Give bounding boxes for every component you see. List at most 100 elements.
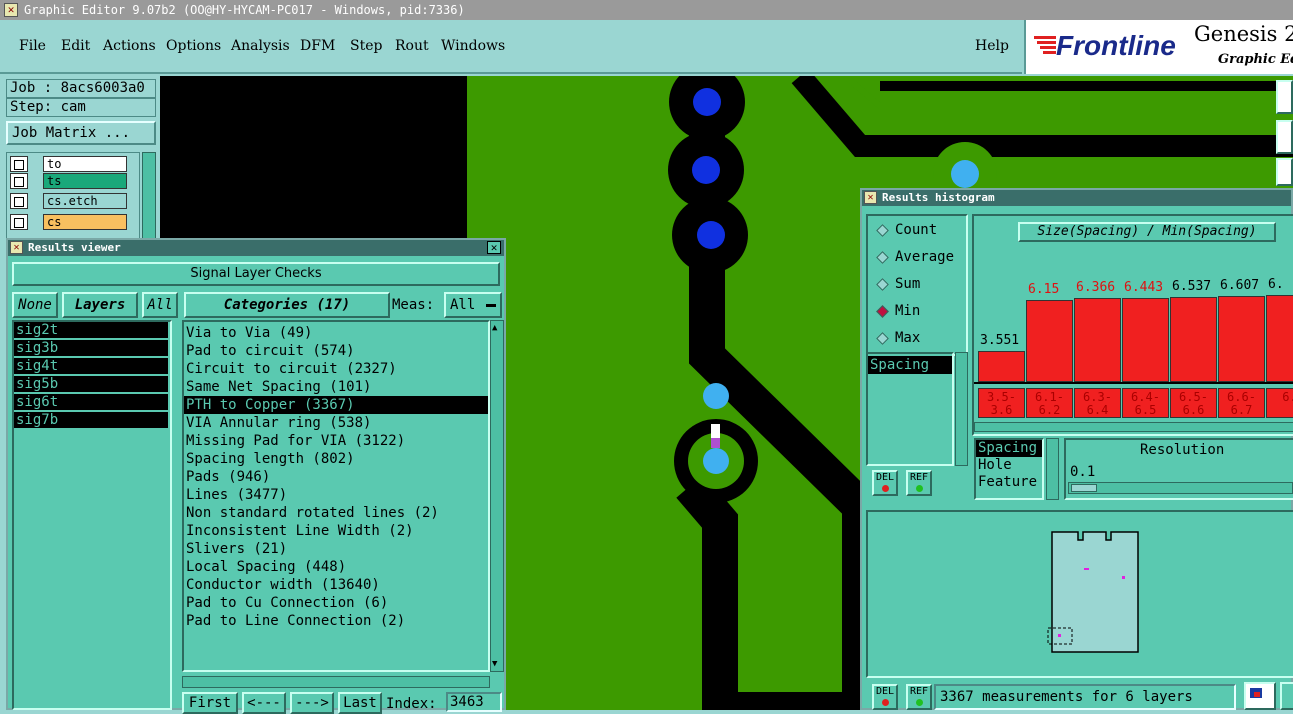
category-item[interactable]: Inconsistent Line Width (2) [184,522,488,540]
layer-result-item[interactable]: sig7b [14,412,168,430]
categories-label[interactable]: Categories (17) [184,292,390,318]
all-button[interactable]: All [142,292,178,318]
job-matrix-button[interactable]: Job Matrix ... [6,121,156,145]
aggregate-radio-count[interactable]: Count [876,222,937,238]
menu-actions[interactable]: Actions [103,38,156,54]
category-item[interactable]: Non standard rotated lines (2) [184,504,488,522]
histogram-bin[interactable]: 3.5- 3.6 [978,388,1025,418]
histogram-bar[interactable] [1170,297,1217,382]
aggregate-radio-max[interactable]: Max [876,330,920,346]
size-options-list[interactable]: Spacing Hole Feature [974,438,1044,500]
category-item[interactable]: PTH to Copper (3367) [184,396,488,414]
category-item[interactable]: Pad to circuit (574) [184,342,488,360]
layer-result-item[interactable]: sig5b [14,376,168,394]
menu-file[interactable]: File [19,38,46,54]
category-item[interactable]: Via to Via (49) [184,324,488,342]
layer-result-item[interactable]: sig2t [14,322,168,340]
category-item[interactable]: Local Spacing (448) [184,558,488,576]
histogram-bin[interactable]: 6.6- 6.7 [1218,388,1265,418]
size-option-hole[interactable]: Hole [976,457,1042,474]
results-viewer-menu-icon[interactable]: ✕ [10,241,23,254]
category-item[interactable]: Spacing length (802) [184,450,488,468]
first-button[interactable]: First [182,692,238,714]
histogram-bar[interactable] [978,351,1025,382]
measure-list-scrollbar[interactable] [955,352,968,466]
histogram-bar[interactable] [1266,295,1293,382]
histogram-bin[interactable]: 6.1- 6.2 [1026,388,1073,418]
signal-layer-checks-header[interactable]: Signal Layer Checks [12,262,500,286]
size-options-scrollbar[interactable] [1046,438,1059,500]
histogram-bar[interactable] [1026,300,1073,382]
resolution-slider-handle[interactable] [1071,484,1097,492]
last-button[interactable]: Last [338,692,382,714]
histogram-bar[interactable] [1218,296,1265,382]
aggregate-radio-min[interactable]: Min [876,303,920,319]
resolution-slider[interactable] [1068,482,1293,494]
category-hscrollbar[interactable] [182,676,490,688]
overview-extra-button[interactable] [1280,682,1293,710]
histogram-bar[interactable] [1074,298,1121,382]
ref-button[interactable]: REF [906,470,932,496]
layer-toggle-cs-etch[interactable] [10,193,28,209]
size-option-feature[interactable]: Feature [976,474,1042,491]
meas-dropdown[interactable]: All [444,292,502,318]
histogram-bin[interactable]: 6.5- 6.6 [1170,388,1217,418]
tool-button-1[interactable] [1276,80,1293,114]
menu-help[interactable]: Help [975,38,1009,54]
measure-list[interactable]: Spacing [866,352,954,466]
aggregate-radio-average[interactable]: Average [876,249,954,265]
layer-name-cs-etch[interactable]: cs.etch [43,193,127,209]
tool-button-3[interactable] [1276,158,1293,186]
del-button[interactable]: DEL [872,470,898,496]
layer-name-ts[interactable]: ts [43,173,127,189]
category-item[interactable]: Circuit to circuit (2327) [184,360,488,378]
category-list-scrollbar[interactable]: ▲ ▼ [490,320,504,672]
category-item[interactable]: Missing Pad for VIA (3122) [184,432,488,450]
category-item[interactable]: Pads (946) [184,468,488,486]
tool-button-2[interactable] [1276,120,1293,154]
size-option-spacing[interactable]: Spacing [976,440,1042,457]
layer-name-cs[interactable]: cs [43,214,127,230]
layer-toggle-cs[interactable] [10,214,28,230]
index-input[interactable]: 3463 [446,692,502,712]
layer-result-item[interactable]: sig3b [14,340,168,358]
category-item[interactable]: Pad to Line Connection (2) [184,612,488,630]
histogram-menu-icon[interactable]: ✕ [864,191,877,204]
layer-results-list[interactable]: sig2t sig3b sig4t sig5b sig6t sig7b [12,320,172,710]
histogram-bar[interactable] [1122,298,1169,382]
menu-edit[interactable]: Edit [61,38,90,54]
category-item[interactable]: Same Net Spacing (101) [184,378,488,396]
app-icon[interactable]: ✕ [4,3,18,17]
category-item[interactable]: Slivers (21) [184,540,488,558]
layer-toggle-to[interactable] [10,156,28,172]
menu-analysis[interactable]: Analysis [231,38,290,54]
zoom-window-icon[interactable] [1244,682,1276,710]
menu-dfm[interactable]: DFM [300,38,335,54]
layer-result-item[interactable]: sig4t [14,358,168,376]
histogram-bin[interactable]: 6. [1266,388,1293,418]
layers-label[interactable]: Layers [62,292,138,318]
overview-del-button[interactable]: DEL [872,684,898,710]
menu-windows[interactable]: Windows [441,38,505,54]
menu-step[interactable]: Step [350,38,382,54]
histogram-hscrollbar[interactable] [974,422,1293,432]
menu-rout[interactable]: Rout [395,38,429,54]
category-item[interactable]: Lines (3477) [184,486,488,504]
measure-item-spacing[interactable]: Spacing [868,356,952,374]
scroll-down-icon[interactable]: ▼ [492,659,497,669]
category-list[interactable]: Via to Via (49) Pad to circuit (574) Circu… [182,320,490,672]
close-icon[interactable]: ✕ [487,241,501,254]
previous-button[interactable]: <--- [242,692,286,714]
histogram-bin[interactable]: 6.3- 6.4 [1074,388,1121,418]
overview-ref-button[interactable]: REF [906,684,932,710]
layer-result-item[interactable]: sig6t [14,394,168,412]
category-item[interactable]: VIA Annular ring (538) [184,414,488,432]
aggregate-radio-sum[interactable]: Sum [876,276,920,292]
none-button[interactable]: None [12,292,58,318]
layer-name-to[interactable]: to [43,156,127,172]
category-item[interactable]: Conductor width (13640) [184,576,488,594]
layer-toggle-ts[interactable] [10,173,28,189]
menu-options[interactable]: Options [166,38,221,54]
scroll-up-icon[interactable]: ▲ [492,323,497,333]
board-overview[interactable] [866,510,1293,678]
